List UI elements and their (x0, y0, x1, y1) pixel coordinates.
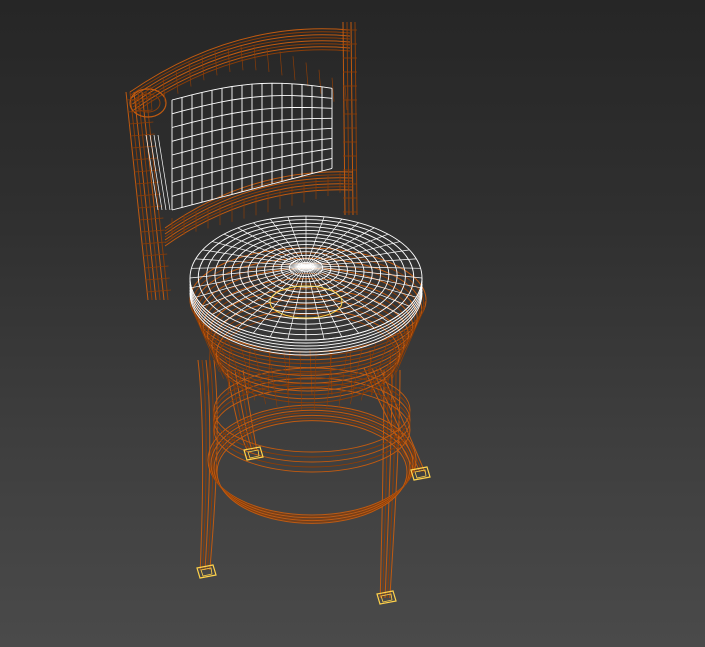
wireframe-scene (125, 21, 431, 605)
back-rail-meridian (292, 56, 296, 81)
ring-wire (207, 404, 417, 516)
back-rail-meridian (253, 46, 257, 71)
skirt-meridian (313, 351, 317, 410)
back-rail-meridian (318, 69, 322, 94)
back-rail-meridian (240, 46, 244, 71)
skirt-meridian (399, 299, 427, 359)
back-right-post-wire (350, 21, 354, 216)
back-rail-meridian (279, 51, 283, 76)
leg-wire (197, 359, 204, 571)
back-right-post-wire (354, 21, 358, 216)
3d-viewport[interactable] (0, 0, 705, 647)
foot-caps (196, 446, 431, 605)
back-rail-meridian (344, 85, 348, 111)
skirt-meridian (299, 351, 303, 410)
apron-post-wire (287, 349, 291, 396)
apron-post-wire (207, 349, 211, 396)
foot-cap-wire (196, 564, 217, 579)
back-rail-meridian (305, 62, 309, 87)
